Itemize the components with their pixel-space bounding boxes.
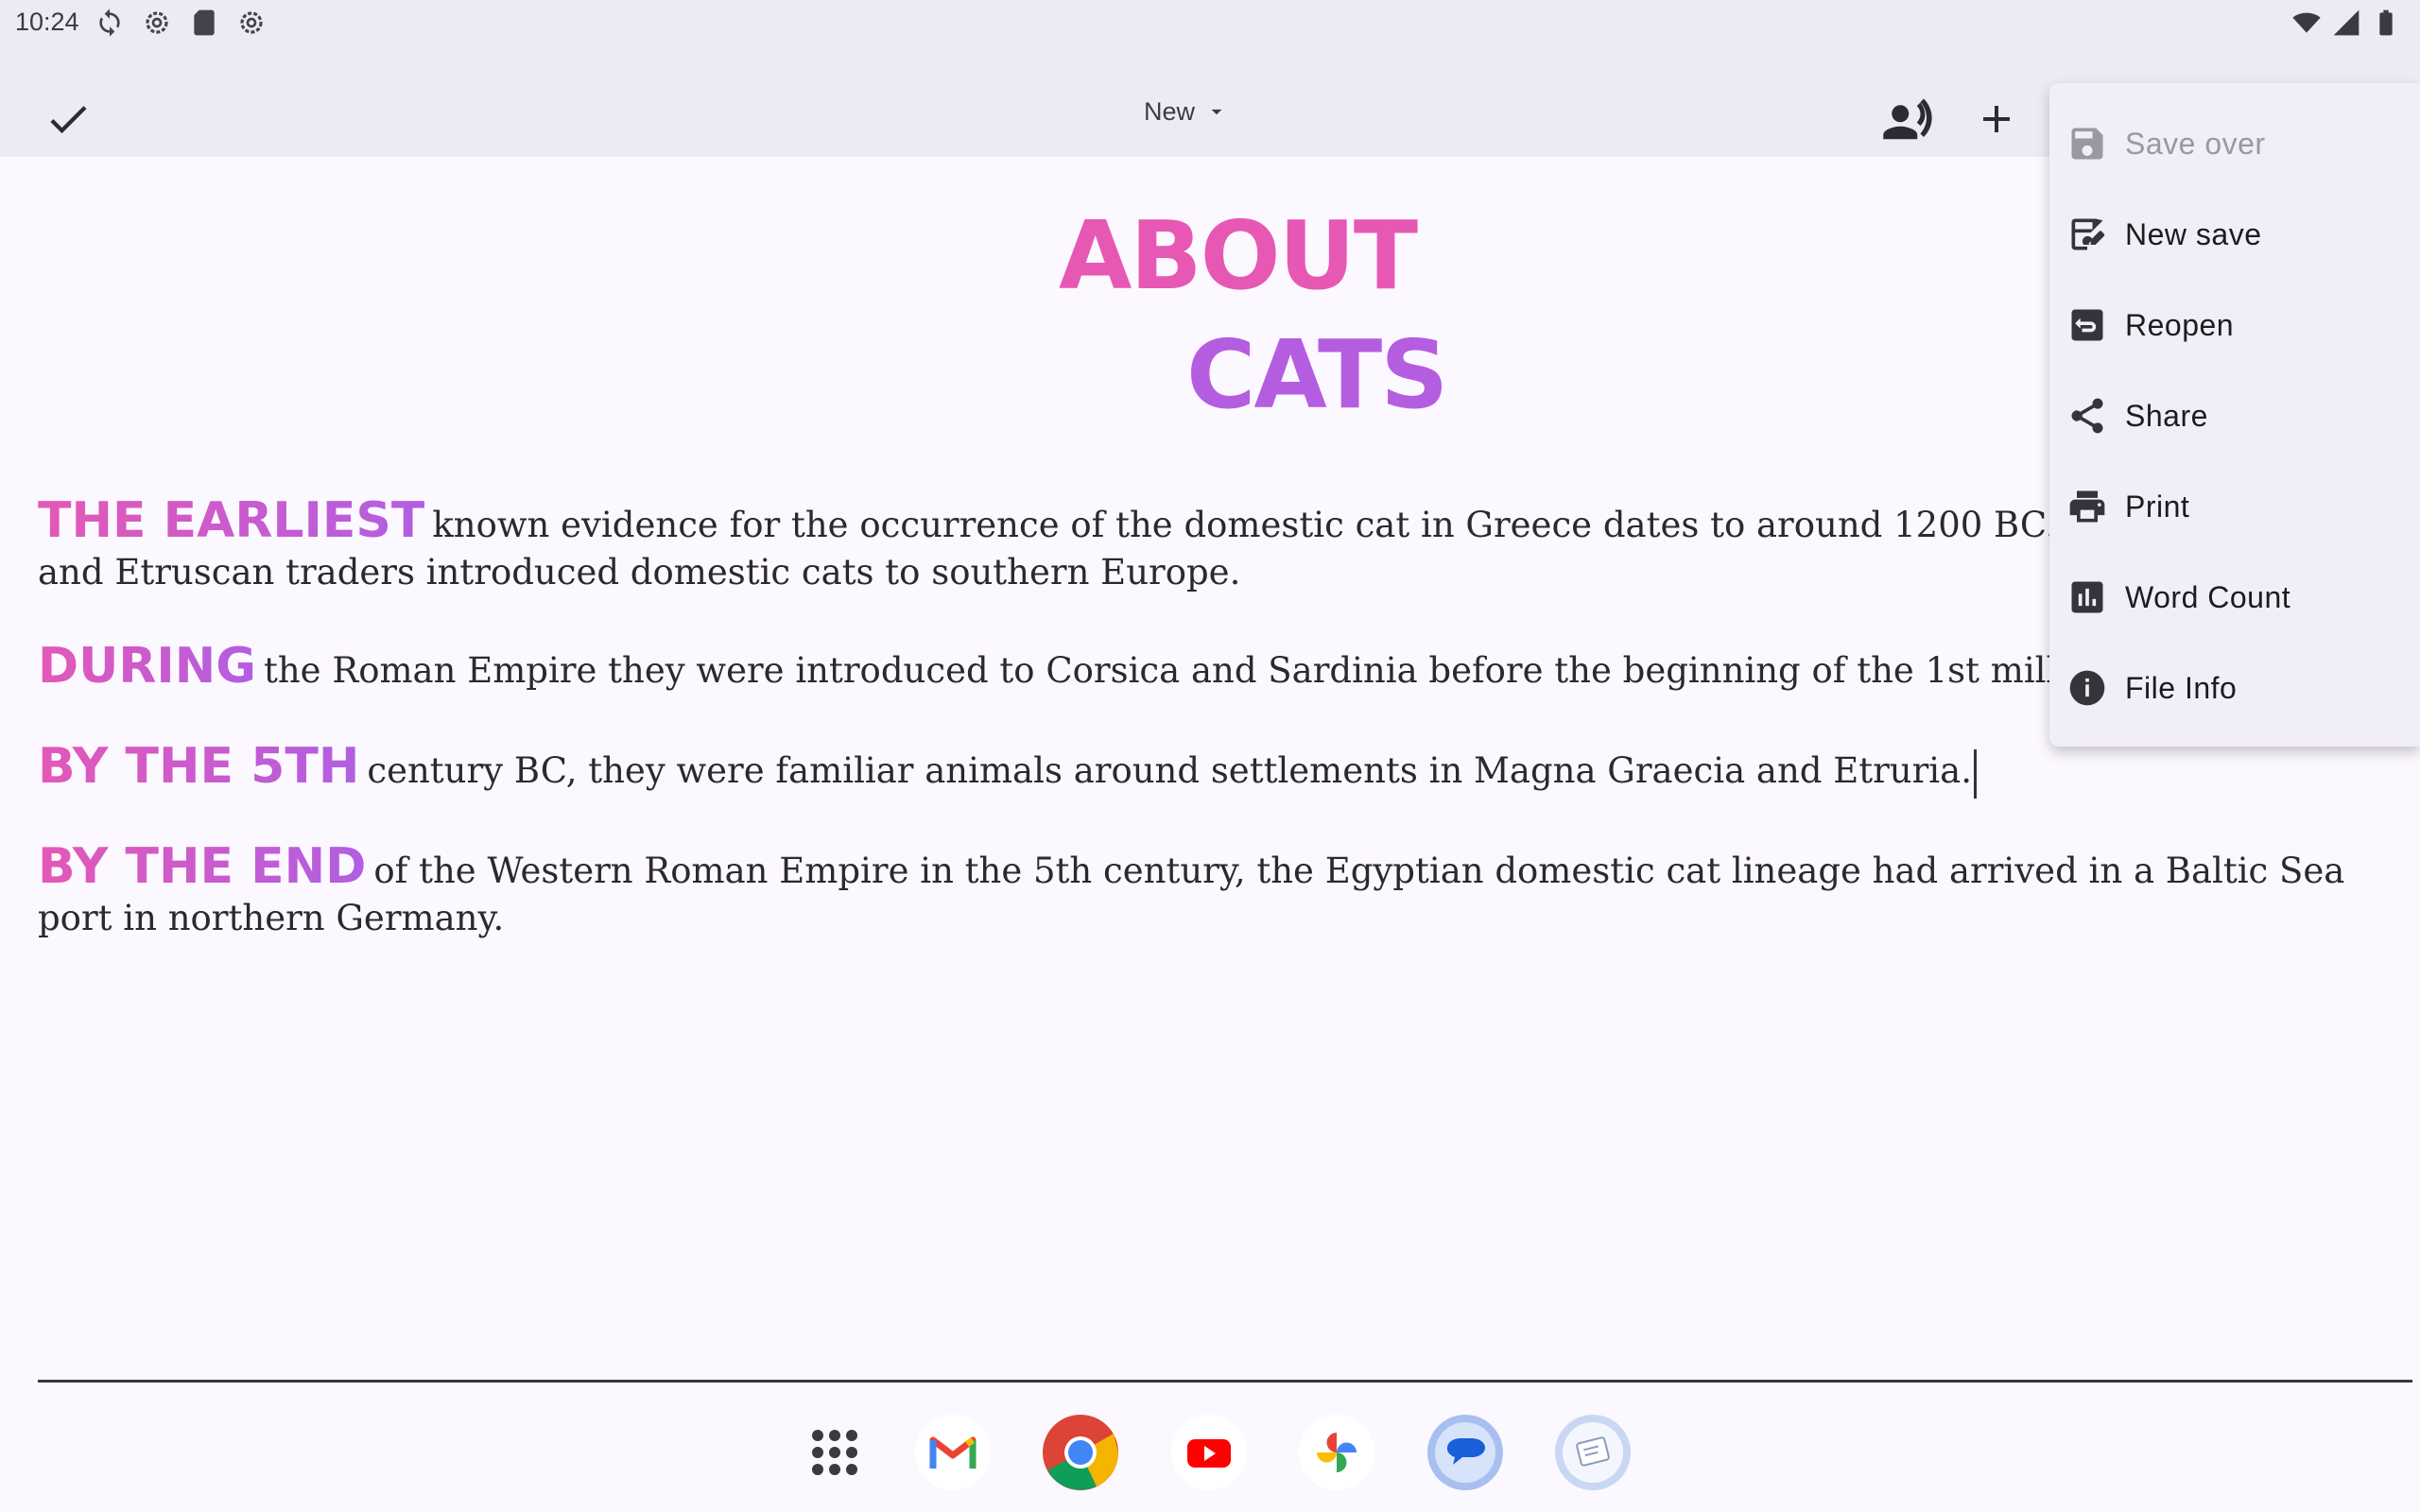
chrome-logo-icon xyxy=(1043,1415,1118,1490)
heading-line-2: CATS xyxy=(1186,319,1448,430)
voice-read-icon[interactable] xyxy=(1881,94,1932,146)
app-drawer-icon[interactable] xyxy=(796,1414,873,1491)
menu-item-share[interactable]: Share xyxy=(2049,370,2420,461)
menu-item-label: New save xyxy=(2125,216,2262,251)
paragraph-lead: DURING xyxy=(38,638,256,695)
menu-item-word-count[interactable]: Word Count xyxy=(2049,552,2420,643)
paragraph[interactable]: DURING the Roman Empire they were introdu… xyxy=(38,642,2382,695)
text-cursor xyxy=(1973,748,1977,799)
document-heading: ABOUT CATS xyxy=(1059,197,1531,435)
document-title: New xyxy=(1144,96,1196,126)
info-icon xyxy=(2069,670,2105,706)
paragraph[interactable]: BY THE END of the Western Roman Empire in… xyxy=(38,842,2382,942)
youtube-logo-icon xyxy=(1171,1415,1247,1490)
paragraph-text: known evidence for the occurrence of the… xyxy=(432,505,2319,545)
gmail-icon[interactable] xyxy=(914,1414,992,1491)
menu-item-label: Word Count xyxy=(2125,579,2291,614)
paragraph-lead: BY THE END xyxy=(38,838,367,895)
notes-logo-icon xyxy=(1555,1415,1631,1490)
reopen-icon xyxy=(2071,309,2103,341)
heading-line-1: ABOUT xyxy=(1059,200,1418,311)
menu-item-label: Share xyxy=(2125,398,2208,433)
sync-icon xyxy=(99,9,120,37)
dropdown-arrow-icon xyxy=(1211,109,1222,115)
save-icon xyxy=(2071,128,2103,160)
paragraph-text: the Roman Empire they were introduced to… xyxy=(263,650,2202,691)
menu-item-new-save[interactable]: New save xyxy=(2049,189,2420,280)
youtube-icon[interactable] xyxy=(1170,1414,1248,1491)
print-icon xyxy=(2069,490,2105,523)
paragraph-text: century BC, they were familiar animals a… xyxy=(367,750,1972,791)
paragraph-lead: THE EARLIEST xyxy=(38,492,425,549)
paragraph[interactable]: THE EARLIEST known evidence for the occur… xyxy=(38,496,2382,596)
check-icon[interactable] xyxy=(43,94,93,144)
menu-item-label: File Info xyxy=(2125,670,2238,705)
status-bar: 10:24 xyxy=(0,0,2420,45)
settings-icon xyxy=(146,11,168,34)
add-icon[interactable] xyxy=(1974,94,2019,144)
paragraph-text: and Etruscan traders introduced domestic… xyxy=(38,552,1241,593)
paragraph[interactable]: BY THE 5TH century BC, they were familiar… xyxy=(38,742,2382,799)
status-icons-left xyxy=(95,8,267,38)
chrome-icon[interactable] xyxy=(1042,1414,1119,1491)
wifi-icon xyxy=(2292,12,2321,33)
menu-item-save-over[interactable]: Save over xyxy=(2049,98,2420,189)
battery-icon xyxy=(2379,9,2393,36)
messages-logo-icon xyxy=(1427,1415,1503,1490)
status-time: 10:24 xyxy=(15,8,79,36)
menu-item-label: Print xyxy=(2125,489,2190,524)
menu-item-print[interactable]: Print xyxy=(2049,461,2420,552)
gmail-logo-icon xyxy=(915,1415,991,1490)
menu-item-label: Reopen xyxy=(2125,307,2235,342)
save-edit-icon xyxy=(2071,218,2105,250)
menu-item-reopen[interactable]: Reopen xyxy=(2049,280,2420,370)
document-title-dropdown[interactable]: New xyxy=(1144,93,1229,130)
photos-icon[interactable] xyxy=(1298,1414,1375,1491)
settings-icon xyxy=(240,11,263,34)
submenu-arrow-icon xyxy=(2075,409,2083,422)
paragraph-text: of the Western Roman Empire in the 5th c… xyxy=(38,850,2345,938)
overflow-menu: Save over New save Reopen Share Print Wo… xyxy=(2049,83,2420,747)
photos-logo-icon xyxy=(1299,1415,1374,1490)
menu-item-label: Save over xyxy=(2125,126,2266,161)
messages-icon[interactable] xyxy=(1426,1414,1504,1491)
paragraph-lead: BY THE 5TH xyxy=(38,738,360,795)
status-icons-right xyxy=(2291,8,2401,38)
bar-chart-icon xyxy=(2071,581,2103,613)
app-grid-icon xyxy=(812,1430,857,1475)
menu-item-file-info[interactable]: File Info xyxy=(2049,643,2420,733)
notes-app-icon[interactable] xyxy=(1554,1414,1632,1491)
signal-icon xyxy=(2333,9,2360,36)
sd-card-icon xyxy=(194,9,215,36)
